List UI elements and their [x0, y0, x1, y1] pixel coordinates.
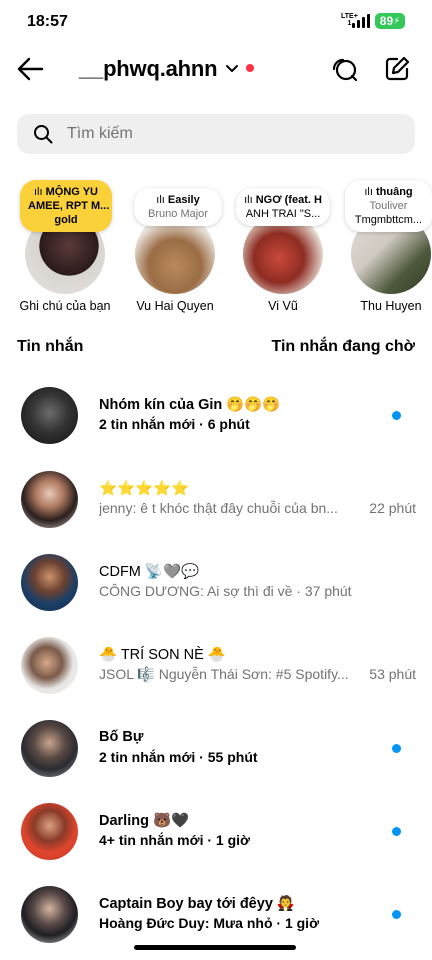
music-icon: ılı: [156, 194, 168, 206]
thread-preview: 2 tin nhắn mới · 6 phút: [99, 416, 250, 432]
avatar: [21, 637, 78, 694]
avatar: [21, 803, 78, 860]
battery-icon: 89 ⚡: [375, 13, 405, 29]
thread-preview: CÔNG DƯƠNG: Ai sợ thì đi về · 37 phút: [99, 583, 352, 599]
note-bubble[interactable]: ılı thuâng Touliver Tmgmbttcm...: [345, 180, 432, 232]
thread-message: JSOL 🎼 Nguyễn Thái Sơn: #5 Spotify...: [99, 666, 349, 682]
thread-name: Bố Bự: [99, 729, 144, 745]
thread-name: CDFM 📡🩶💬: [99, 564, 200, 580]
note-bubble[interactable]: ılı Easily Bruno Major: [134, 188, 222, 226]
thread-name: Captain Boy bay tới đêyy 🧛: [99, 896, 295, 912]
unread-dot: [392, 910, 401, 919]
messages-title: Tin nhắn: [17, 338, 84, 355]
note-artist: AMEE, RPT M...: [28, 200, 110, 212]
notification-dot: [246, 64, 254, 72]
thread-preview: 2 tin nhắn mới · 55 phút: [99, 749, 258, 765]
thread-row[interactable]: Bố Bự 2 tin nhắn mới · 55 phút: [0, 711, 432, 791]
note-song: thuâng: [375, 186, 413, 198]
chevron-down-icon[interactable]: [225, 61, 239, 75]
note-extra: Tmgmbttcm...: [354, 214, 423, 226]
thread-row[interactable]: 🐣 TRÍ SON NÈ 🐣 JSOL 🎼 Nguyễn Thái Sơn: #…: [0, 628, 432, 708]
thread-message: CÔNG DƯƠNG: Ai sợ thì đi về: [99, 583, 293, 599]
thread-time: 53 phút: [369, 666, 416, 682]
message-requests-link[interactable]: Tin nhắn đang chờ: [271, 338, 415, 356]
note-artist: Bruno Major: [148, 208, 208, 220]
note-song: Easily: [167, 194, 200, 206]
thread-time: 37 phút: [304, 583, 352, 599]
thread-name: Darling 🐻🖤: [99, 813, 190, 829]
status-bar: 18:57 LTE+ 1 89 ⚡: [0, 0, 432, 44]
thread-preview: 4+ tin nhắn mới · 1 giờ: [99, 832, 250, 848]
thread-time: 1 giờ: [284, 915, 320, 931]
note-owner-label: Ghi chú của bạn: [19, 299, 111, 313]
thread-time: 6 phút: [207, 416, 250, 432]
thread-row[interactable]: Nhóm kín của Gin 🤭🤭🤭 2 tin nhắn mới · 6 …: [0, 378, 432, 458]
note-song: NGƠ (feat. H: [255, 194, 322, 206]
thread-row[interactable]: Darling 🐻🖤 4+ tin nhắn mới · 1 giờ: [0, 794, 432, 874]
unread-dot: [392, 411, 401, 420]
note-owner-label: Vu Hai Quyen: [136, 299, 214, 313]
thread-preview: Hoàng Đức Duy: Mưa nhỏ · 1 giờ: [99, 915, 320, 931]
compose-icon[interactable]: [383, 55, 411, 83]
header: __phwq.ahnn: [0, 44, 432, 94]
thread-row[interactable]: CDFM 📡🩶💬 CÔNG DƯƠNG: Ai sợ thì đi về · 3…: [0, 545, 432, 625]
note-item[interactable]: ılı NGƠ (feat. H ANH TRAI "S... Vi Vũ: [233, 178, 333, 318]
battery-level: 89: [379, 14, 394, 28]
back-arrow-icon[interactable]: [16, 56, 44, 82]
note-owner-label: Vi Vũ: [268, 299, 298, 313]
account-username[interactable]: __phwq.ahnn: [79, 56, 218, 82]
note-artist: Touliver: [369, 200, 408, 212]
search-bar[interactable]: [17, 114, 415, 154]
note-extra: gold: [54, 214, 78, 226]
note-bubble[interactable]: ılı NGƠ (feat. H ANH TRAI "S...: [236, 188, 330, 226]
avatar: [21, 387, 78, 444]
unread-dot: [392, 827, 401, 836]
note-artist: ANH TRAI "S...: [245, 208, 321, 220]
clock: 18:57: [27, 13, 68, 30]
note-item[interactable]: ılı Easily Bruno Major Vu Hai Quyen: [125, 178, 225, 318]
thread-message: jenny: ê t khóc thật đây chuỗi của bn...: [99, 500, 338, 516]
thread-time: 55 phút: [207, 749, 258, 765]
unread-dot: [392, 744, 401, 753]
thread-message: Hoàng Đức Duy: Mưa nhỏ: [99, 915, 273, 931]
note-item[interactable]: ılı thuâng Touliver Tmgmbttcm... Thu Huy…: [341, 178, 432, 318]
avatar[interactable]: [135, 214, 215, 294]
thread-name: ⭐⭐⭐⭐⭐: [99, 481, 190, 497]
avatar: [21, 554, 78, 611]
video-chat-icon[interactable]: [330, 55, 358, 83]
avatar: [21, 720, 78, 777]
note-bubble[interactable]: ılı MỘNG YU AMEE, RPT M... gold: [20, 180, 112, 232]
note-item-own[interactable]: ılı MỘNG YU AMEE, RPT M... gold Ghi chú …: [15, 178, 115, 318]
thread-name: Nhóm kín của Gin 🤭🤭🤭: [99, 397, 281, 413]
thread-name: 🐣 TRÍ SON NÈ 🐣: [99, 647, 226, 663]
thread-message: 4+ tin nhắn mới: [99, 832, 204, 848]
music-icon: ılı: [34, 186, 46, 198]
avatar[interactable]: [243, 214, 323, 294]
avatar: [21, 886, 78, 943]
note-owner-label: Thu Huyen: [360, 299, 422, 313]
search-icon: [34, 125, 53, 144]
signal-icon: [352, 14, 371, 28]
note-song: MỘNG YU: [45, 186, 98, 198]
notes-tray: ılı MỘNG YU AMEE, RPT M... gold Ghi chú …: [0, 178, 432, 323]
thread-message: 2 tin nhắn mới: [99, 416, 196, 432]
music-icon: ılı: [244, 194, 256, 206]
search-input[interactable]: [67, 114, 397, 154]
avatar: [21, 471, 78, 528]
thread-time: 1 giờ: [215, 832, 250, 848]
thread-row[interactable]: ⭐⭐⭐⭐⭐ jenny: ê t khóc thật đây chuỗi của…: [0, 462, 432, 542]
thread-time: 22 phút: [369, 500, 416, 516]
music-icon: ılı: [364, 186, 376, 198]
thread-message: 2 tin nhắn mới: [99, 749, 196, 765]
home-indicator[interactable]: [134, 945, 296, 950]
